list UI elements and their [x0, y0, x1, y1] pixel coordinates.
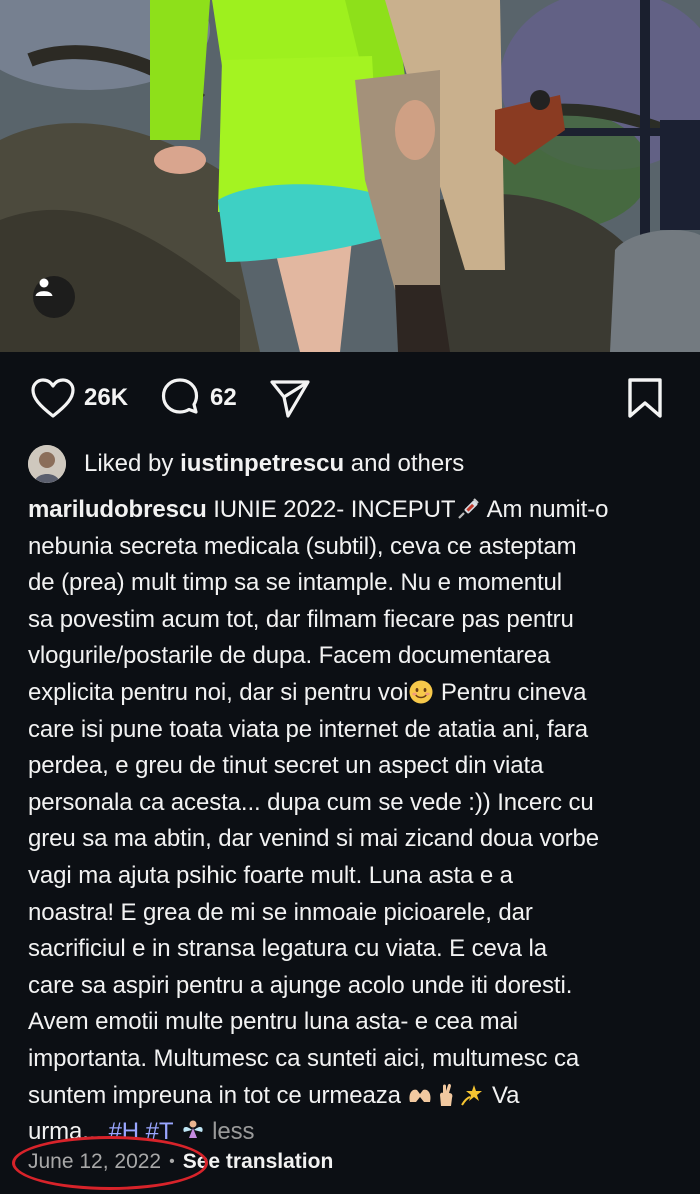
caption-text: sacrificiul e in stransa legatura cu via…: [28, 935, 547, 963]
comment-bubble-icon: [161, 378, 199, 414]
caption-text: greu sa ma abtin, dar venind si mai zica…: [28, 825, 600, 853]
caption-text: noastra! E grea de mi se inmoaie picioar…: [28, 898, 533, 926]
photo-scene: [0, 0, 700, 352]
caption-text: suntem impreuna in tot ce urmeaza: [28, 1081, 401, 1109]
caption-text: personala ca acesta... dupa cum se vede …: [28, 788, 594, 816]
liked-by-username[interactable]: iustinpetrescu: [180, 450, 344, 478]
caption-text: care isi pune toata viata pe internet de…: [28, 715, 588, 743]
bookmark-icon: [628, 378, 662, 418]
caption-text: nebunia secreta medicala (subtil), ceva …: [28, 532, 577, 560]
heart-icon: [31, 378, 75, 418]
like-button[interactable]: 26K: [30, 370, 128, 426]
crossed-fingers-icon: [440, 1083, 453, 1106]
fairy-icon: [182, 1120, 203, 1139]
syringe-icon: [458, 498, 480, 519]
dizzy-star-icon: [461, 1084, 483, 1106]
person-icon: [35, 278, 53, 296]
post-photo[interactable]: [0, 0, 700, 352]
comment-count[interactable]: 62: [210, 384, 237, 412]
tag-people-button[interactable]: [33, 276, 75, 318]
post-caption: mariludobrescu IUNIE 2022- INCEPUT Am nu…: [28, 492, 676, 1151]
date-annotation-circle: [12, 1136, 208, 1190]
liker-avatar[interactable]: [28, 445, 66, 483]
caption-text: explicita pentru noi, dar si pentru voi: [28, 678, 409, 706]
less-toggle[interactable]: less: [212, 1118, 254, 1145]
caption-text: care sa aspiri pentru a ajunge acolo und…: [28, 971, 573, 999]
caption-text: vlogurile/postarile de dupa. Facem docum…: [28, 642, 551, 670]
caption-text: vagi ma ajuta psihic foarte mult. Luna a…: [28, 861, 513, 889]
like-count[interactable]: 26K: [84, 384, 128, 412]
liked-by-suffix[interactable]: and others: [344, 450, 464, 478]
avatar-photo: [28, 445, 66, 483]
heart-hands-icon: [409, 1089, 431, 1102]
caption-username[interactable]: mariludobrescu: [28, 496, 207, 523]
paper-plane-icon: [270, 380, 310, 418]
caption-text: IUNIE 2022- INCEPUT: [206, 496, 456, 523]
liked-by-prefix: Liked by: [84, 450, 181, 477]
save-button[interactable]: [624, 370, 666, 426]
caption-text: Avem emotii multe pentru luna asta- e ce…: [28, 1008, 518, 1036]
caption-text: importanta. Multumesc ca sunteti aici, m…: [28, 1044, 580, 1072]
liked-by-row[interactable]: Liked by iustinpetrescu and others: [28, 444, 464, 484]
caption-text: perdea, e greu de tinut secret un aspect…: [28, 752, 544, 780]
smiling-face-icon: [409, 680, 433, 704]
caption-text: sa povestim acum tot, dar filmam fiecare…: [28, 605, 574, 633]
caption-text: Am numit-o: [481, 496, 609, 523]
caption-text: Va: [485, 1081, 520, 1109]
caption-text: de (prea) mult timp sa se intample. Nu e…: [28, 569, 562, 597]
caption-text: Pentru cineva: [434, 678, 587, 706]
comment-button[interactable]: 62: [158, 370, 237, 426]
action-bar: 26K 62: [0, 370, 700, 426]
share-button[interactable]: [268, 370, 312, 426]
